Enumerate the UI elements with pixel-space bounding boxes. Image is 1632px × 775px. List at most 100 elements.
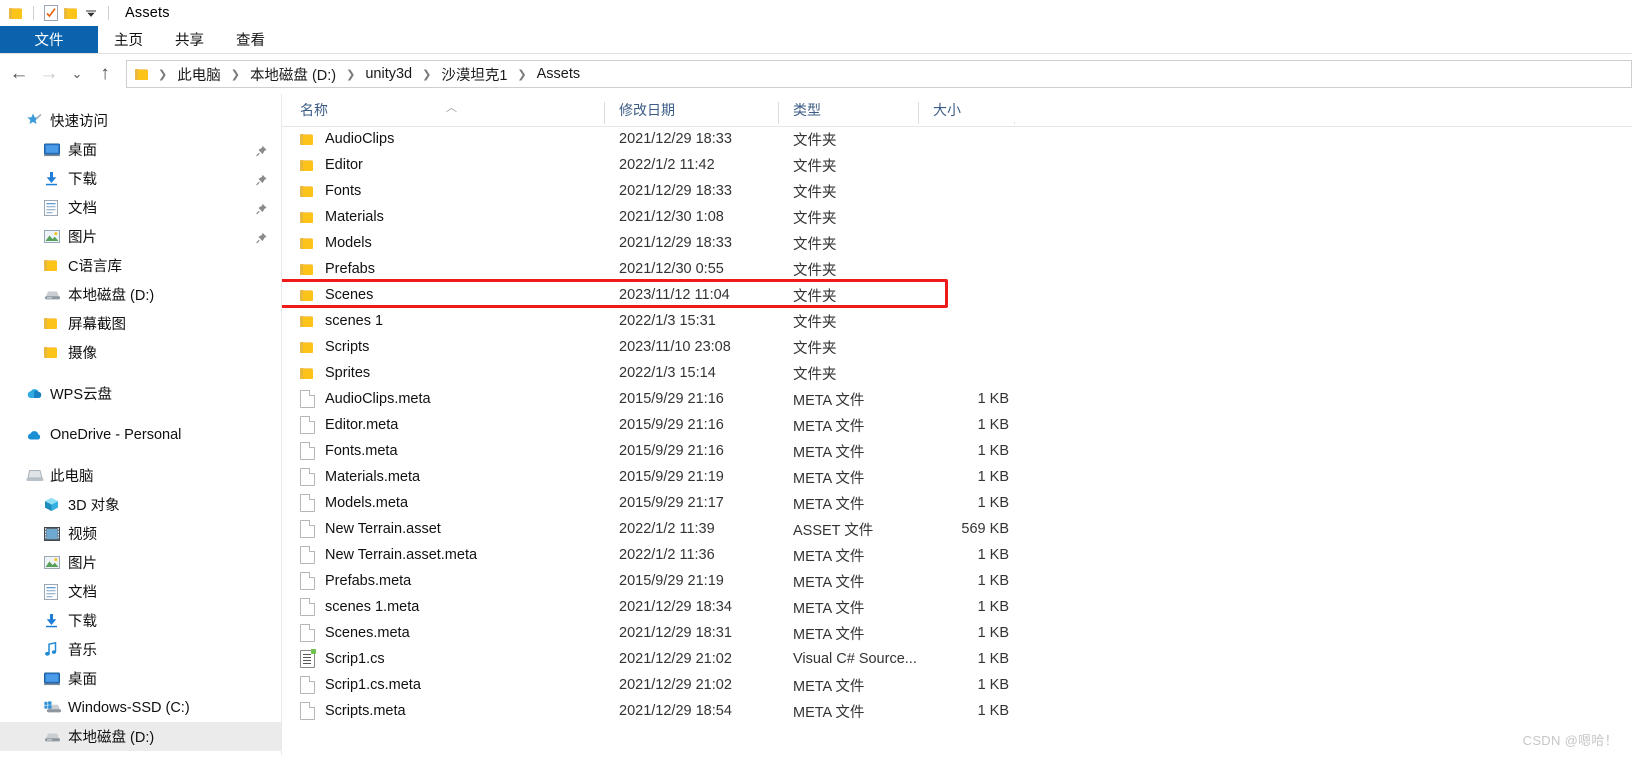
cell-name[interactable]: scenes 1	[282, 313, 604, 329]
table-row[interactable]: scenes 1 2022/1/3 15:31 文件夹	[282, 308, 1632, 334]
sidebar-item-documents[interactable]: 文档	[0, 193, 281, 222]
tab-share[interactable]: 共享	[159, 26, 220, 53]
pin-icon[interactable]	[256, 202, 267, 214]
sidebar-item-pictures[interactable]: 图片	[0, 222, 281, 251]
table-row[interactable]: Editor.meta 2015/9/29 21:16 META 文件 1 KB	[282, 412, 1632, 438]
cell-name[interactable]: Scrip1.cs	[282, 649, 604, 668]
cell-name[interactable]: Fonts	[282, 183, 604, 199]
pin-icon[interactable]	[256, 173, 267, 185]
column-header-date[interactable]: 修改日期	[604, 100, 778, 126]
cell-name[interactable]: New Terrain.asset.meta	[282, 546, 604, 564]
sidebar-item-this-pc[interactable]: 此电脑	[0, 461, 281, 490]
table-row[interactable]: Prefabs.meta 2015/9/29 21:19 META 文件 1 KB	[282, 568, 1632, 594]
address-bar[interactable]: ❯ 此电脑 ❯ 本地磁盘 (D:) ❯ unity3d ❯ 沙漠坦克1 ❯ As…	[126, 60, 1632, 88]
cell-name[interactable]: Scenes.meta	[282, 624, 604, 642]
table-row[interactable]: Scripts.meta 2021/12/29 18:54 META 文件 1 KB	[282, 698, 1632, 724]
cell-name[interactable]: Models	[282, 235, 604, 251]
table-row[interactable]: Scripts 2023/11/10 23:08 文件夹	[282, 334, 1632, 360]
tab-home[interactable]: 主页	[98, 26, 159, 53]
sidebar-item-desktop[interactable]: 桌面	[0, 135, 281, 164]
table-row[interactable]: Scenes.meta 2021/12/29 18:31 META 文件 1 KB	[282, 620, 1632, 646]
table-row[interactable]: Fonts.meta 2015/9/29 21:16 META 文件 1 KB	[282, 438, 1632, 464]
breadcrumb-item-0[interactable]: 此电脑	[174, 64, 224, 85]
sidebar-item-screenshots[interactable]: 屏幕截图	[0, 309, 281, 338]
cell-name[interactable]: Editor	[282, 157, 604, 173]
table-row[interactable]: Scrip1.cs 2021/12/29 21:02 Visual C# Sourc…	[282, 646, 1632, 672]
table-row[interactable]: Models 2021/12/29 18:33 文件夹	[282, 230, 1632, 256]
up-button[interactable]: ↑	[90, 59, 120, 89]
column-header-type[interactable]: 类型	[778, 100, 918, 126]
cell-name[interactable]: Scrip1.cs.meta	[282, 676, 604, 694]
pin-icon[interactable]	[256, 144, 267, 156]
back-button[interactable]: ←	[4, 59, 34, 89]
chevron-down-icon[interactable]	[81, 3, 101, 23]
table-row[interactable]: Fonts 2021/12/29 18:33 文件夹	[282, 178, 1632, 204]
sidebar-item-local-disk-d[interactable]: 本地磁盘 (D:)	[0, 722, 281, 751]
sidebar-item-music[interactable]: 音乐	[0, 635, 281, 664]
table-row[interactable]: New Terrain.asset.meta 2022/1/2 11:36 META…	[282, 542, 1632, 568]
cell-name[interactable]: AudioClips	[282, 131, 604, 147]
table-row[interactable]: scenes 1.meta 2021/12/29 18:34 META 文件 1 KB	[282, 594, 1632, 620]
table-row[interactable]: Editor 2022/1/2 11:42 文件夹	[282, 152, 1632, 178]
column-header-name[interactable]: 名称 ︿	[282, 100, 604, 126]
table-row[interactable]: Prefabs 2021/12/30 0:55 文件夹	[282, 256, 1632, 282]
cell-name[interactable]: Prefabs	[282, 261, 604, 277]
cell-name[interactable]: Scripts	[282, 339, 604, 355]
cell-name[interactable]: Scripts.meta	[282, 702, 604, 720]
cell-name[interactable]: Sprites	[282, 365, 604, 381]
tab-view[interactable]: 查看	[220, 26, 281, 53]
cell-name[interactable]: Scenes	[282, 287, 604, 303]
navigation-pane[interactable]: 快速访问 桌面 下载 文档 图片 C语言库 本地磁盘 (D:) 屏幕截图 摄像 …	[0, 94, 282, 755]
properties-icon[interactable]	[41, 3, 61, 23]
table-row[interactable]: Scrip1.cs.meta 2021/12/29 21:02 META 文件 1 K…	[282, 672, 1632, 698]
column-divider[interactable]	[918, 102, 919, 124]
breadcrumb-item-3[interactable]: 沙漠坦克1	[438, 64, 510, 85]
cell-name[interactable]: scenes 1.meta	[282, 598, 604, 616]
sidebar-item-onedrive[interactable]: OneDrive - Personal	[0, 420, 281, 449]
table-row[interactable]: Materials.meta 2015/9/29 21:19 META 文件 1 KB	[282, 464, 1632, 490]
file-rows[interactable]: AudioClips 2021/12/29 18:33 文件夹 Editor 2022/…	[282, 126, 1632, 755]
column-divider[interactable]	[1014, 122, 1015, 124]
cell-name[interactable]: New Terrain.asset	[282, 520, 604, 538]
cell-name[interactable]: AudioClips.meta	[282, 390, 604, 408]
sidebar-item-local-disk-d-quick[interactable]: 本地磁盘 (D:)	[0, 280, 281, 309]
sidebar-item-documents-pc[interactable]: 文档	[0, 577, 281, 606]
sidebar-item-windows-ssd-c[interactable]: Windows-SSD (C:)	[0, 693, 281, 722]
cell-name[interactable]: Models.meta	[282, 494, 604, 512]
sidebar-item-desktop-pc[interactable]: 桌面	[0, 664, 281, 693]
cell-name[interactable]: Materials.meta	[282, 468, 604, 486]
tab-file[interactable]: 文件	[0, 26, 98, 53]
sidebar-item-c-library[interactable]: C语言库	[0, 251, 281, 280]
table-row[interactable]: AudioClips 2021/12/29 18:33 文件夹	[282, 126, 1632, 152]
file-list-pane[interactable]: 名称 ︿ 修改日期 类型 大小 AudioClips 2021/12/29 18…	[282, 94, 1632, 755]
breadcrumb-item-1[interactable]: 本地磁盘 (D:)	[247, 64, 339, 85]
sidebar-item-videos[interactable]: 视频	[0, 519, 281, 548]
cell-name[interactable]: Fonts.meta	[282, 442, 604, 460]
sidebar-item-downloads-pc[interactable]: 下载	[0, 606, 281, 635]
sidebar-item-camera[interactable]: 摄像	[0, 338, 281, 367]
recent-locations-button[interactable]: ⌄	[64, 59, 90, 89]
pin-icon[interactable]	[256, 231, 267, 243]
table-row[interactable]: Models.meta 2015/9/29 21:17 META 文件 1 KB	[282, 490, 1632, 516]
table-row[interactable]: New Terrain.asset 2022/1/2 11:39 ASSET 文件 5…	[282, 516, 1632, 542]
sidebar-item-quick-access[interactable]: 快速访问	[0, 106, 281, 135]
table-row[interactable]: Materials 2021/12/30 1:08 文件夹	[282, 204, 1632, 230]
sidebar-item-wps-cloud[interactable]: WPS云盘	[0, 379, 281, 408]
breadcrumb-item-2[interactable]: unity3d	[362, 66, 415, 82]
column-divider[interactable]	[778, 102, 779, 124]
sidebar-item-pictures-pc[interactable]: 图片	[0, 548, 281, 577]
new-folder-icon[interactable]	[61, 3, 81, 23]
sidebar-item-downloads[interactable]: 下载	[0, 164, 281, 193]
column-divider[interactable]	[604, 102, 605, 124]
cell-name[interactable]: Prefabs.meta	[282, 572, 604, 590]
breadcrumb-item-4[interactable]: Assets	[534, 66, 584, 82]
folder-icon[interactable]	[6, 3, 26, 23]
column-header-size[interactable]: 大小	[918, 100, 1014, 126]
cell-name[interactable]: Materials	[282, 209, 604, 225]
table-row[interactable]: AudioClips.meta 2015/9/29 21:16 META 文件 1 K…	[282, 386, 1632, 412]
table-row[interactable]: Sprites 2022/1/3 15:14 文件夹	[282, 360, 1632, 386]
cell-name[interactable]: Editor.meta	[282, 416, 604, 434]
sidebar-item-3d-objects[interactable]: 3D 对象	[0, 490, 281, 519]
table-row[interactable]: Scenes 2023/11/12 11:04 文件夹	[282, 282, 1632, 308]
forward-button[interactable]: →	[34, 59, 64, 89]
